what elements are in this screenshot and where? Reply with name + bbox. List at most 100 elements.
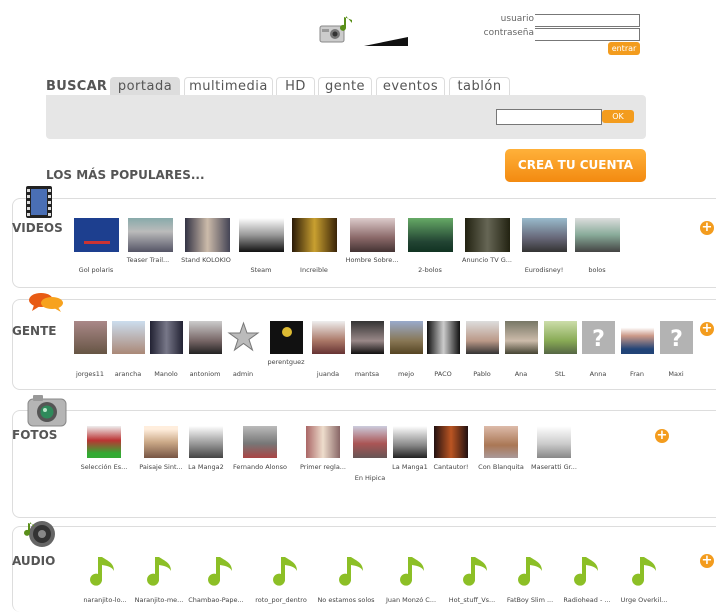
person-avatar[interactable] [427,321,460,354]
photo-caption[interactable]: En Hipica [339,474,401,482]
music-note-icon[interactable] [271,555,303,589]
music-note-icon[interactable] [88,555,120,589]
person-avatar[interactable] [466,321,499,354]
photo-thumb[interactable] [243,426,277,458]
video-thumb[interactable] [292,218,337,252]
person-avatar[interactable] [505,321,538,354]
audio-caption[interactable]: Juan Monzó C... [380,596,442,604]
video-caption[interactable]: Anuncio TV G... [456,256,518,264]
camera-icon [27,393,67,427]
audio-caption[interactable]: No estamos solos [315,596,377,604]
more-photos-plus-icon[interactable]: + [655,429,669,443]
video-caption[interactable]: Hombre Sobre... [341,256,403,264]
audio-caption[interactable]: FatBoy Slim ... [499,596,561,604]
unknown-person-icon[interactable]: ? [582,321,615,354]
photo-thumb[interactable] [353,426,387,458]
tab-portada[interactable]: portada [110,77,180,96]
video-thumb[interactable] [128,218,173,252]
password-label: contraseña [483,28,534,38]
tab-tablon[interactable]: tablón [449,77,510,96]
tab-eventos[interactable]: eventos [376,77,445,96]
music-note-icon[interactable] [461,555,493,589]
music-note-icon[interactable] [145,555,177,589]
tab-multimedia[interactable]: multimedia [184,77,273,96]
person-avatar[interactable] [351,321,384,354]
person-avatar[interactable] [544,321,577,354]
login-button[interactable]: entrar [608,42,640,55]
svg-text:?: ? [670,327,683,352]
unknown-person-icon[interactable]: ? [660,321,693,354]
popular-heading: LOS MÁS POPULARES... [46,168,205,182]
more-audio-plus-icon[interactable]: + [700,554,714,568]
tab-hd[interactable]: HD [276,77,315,96]
person-avatar[interactable] [189,321,222,354]
search-tab[interactable]: BUSCAR [46,79,107,94]
video-thumb[interactable] [350,218,395,252]
video-caption[interactable]: Teaser Trail... [117,256,179,264]
music-note-icon[interactable] [572,555,604,589]
music-note-icon[interactable] [337,555,369,589]
video-thumb[interactable] [575,218,620,252]
person-avatar[interactable] [390,321,423,354]
audio-caption[interactable]: roto_por_dentro [250,596,312,604]
audio-title: AUDIO [12,554,56,568]
person-name[interactable]: admin [212,370,274,378]
search-input[interactable] [496,109,602,125]
person-avatar[interactable] [270,321,303,354]
audio-caption[interactable]: Naranjito-me... [128,596,190,604]
photo-thumb[interactable] [144,426,178,458]
speaker-icon [20,519,56,549]
audio-caption[interactable]: Radiohead - ... [556,596,618,604]
person-name[interactable]: Maxi [645,370,707,378]
photo-thumb[interactable] [393,426,427,458]
video-thumb[interactable] [522,218,567,252]
person-avatar[interactable] [74,321,107,354]
video-thumb[interactable] [465,218,510,252]
photo-caption[interactable]: Selección Es... [73,463,135,471]
video-caption[interactable]: 2-bolos [399,266,461,274]
sheriff-star-icon[interactable] [227,321,260,354]
photo-caption[interactable]: Maseratti Gr... [523,463,585,471]
person-avatar[interactable] [312,321,345,354]
create-account-button[interactable]: CREA TU CUENTA [505,149,646,182]
audio-caption[interactable]: naranjito-lo... [74,596,136,604]
video-thumb[interactable] [185,218,230,252]
person-avatar[interactable] [621,321,654,354]
music-note-icon[interactable] [516,555,548,589]
photo-thumb[interactable] [306,426,340,458]
photo-thumb[interactable] [87,426,121,458]
photo-caption[interactable]: Fernando Alonso [229,463,291,471]
person-avatar[interactable] [112,321,145,354]
video-thumb[interactable] [239,218,284,252]
audio-caption[interactable]: Urge Overkil... [613,596,675,604]
photo-caption[interactable]: Primer regla... [292,463,354,471]
photo-thumb[interactable] [189,426,223,458]
ok-button[interactable]: OK [602,110,634,123]
logo-icon[interactable] [318,14,358,44]
photos-title: FOTOS [12,428,58,442]
music-note-icon[interactable] [206,555,238,589]
video-thumb[interactable] [408,218,453,252]
photo-thumb[interactable] [484,426,518,458]
username-input[interactable] [535,14,640,27]
video-caption[interactable]: bolos [566,266,628,274]
audio-caption[interactable]: Chambao-Pape... [185,596,247,604]
photo-thumb[interactable] [537,426,571,458]
audio-caption[interactable]: Hot_stuff_Vs... [441,596,503,604]
person-name[interactable]: perentguez [255,358,317,366]
photo-thumb[interactable] [434,426,468,458]
video-caption[interactable]: Stand KOLOKIO [175,256,237,264]
more-people-plus-icon[interactable]: + [700,322,714,336]
svg-text:?: ? [592,327,605,352]
password-input[interactable] [535,28,640,41]
person-avatar[interactable] [150,321,183,354]
photo-caption[interactable]: La Manga2 [175,463,237,471]
music-note-icon[interactable] [630,555,662,589]
video-thumb[interactable] [74,218,119,252]
tab-gente[interactable]: gente [318,77,372,96]
music-note-icon[interactable] [398,555,430,589]
video-caption[interactable]: Gol polaris [65,266,127,274]
search-bar: OK [46,95,646,139]
more-videos-plus-icon[interactable]: + [700,221,714,235]
video-caption[interactable]: Increible [283,266,345,274]
